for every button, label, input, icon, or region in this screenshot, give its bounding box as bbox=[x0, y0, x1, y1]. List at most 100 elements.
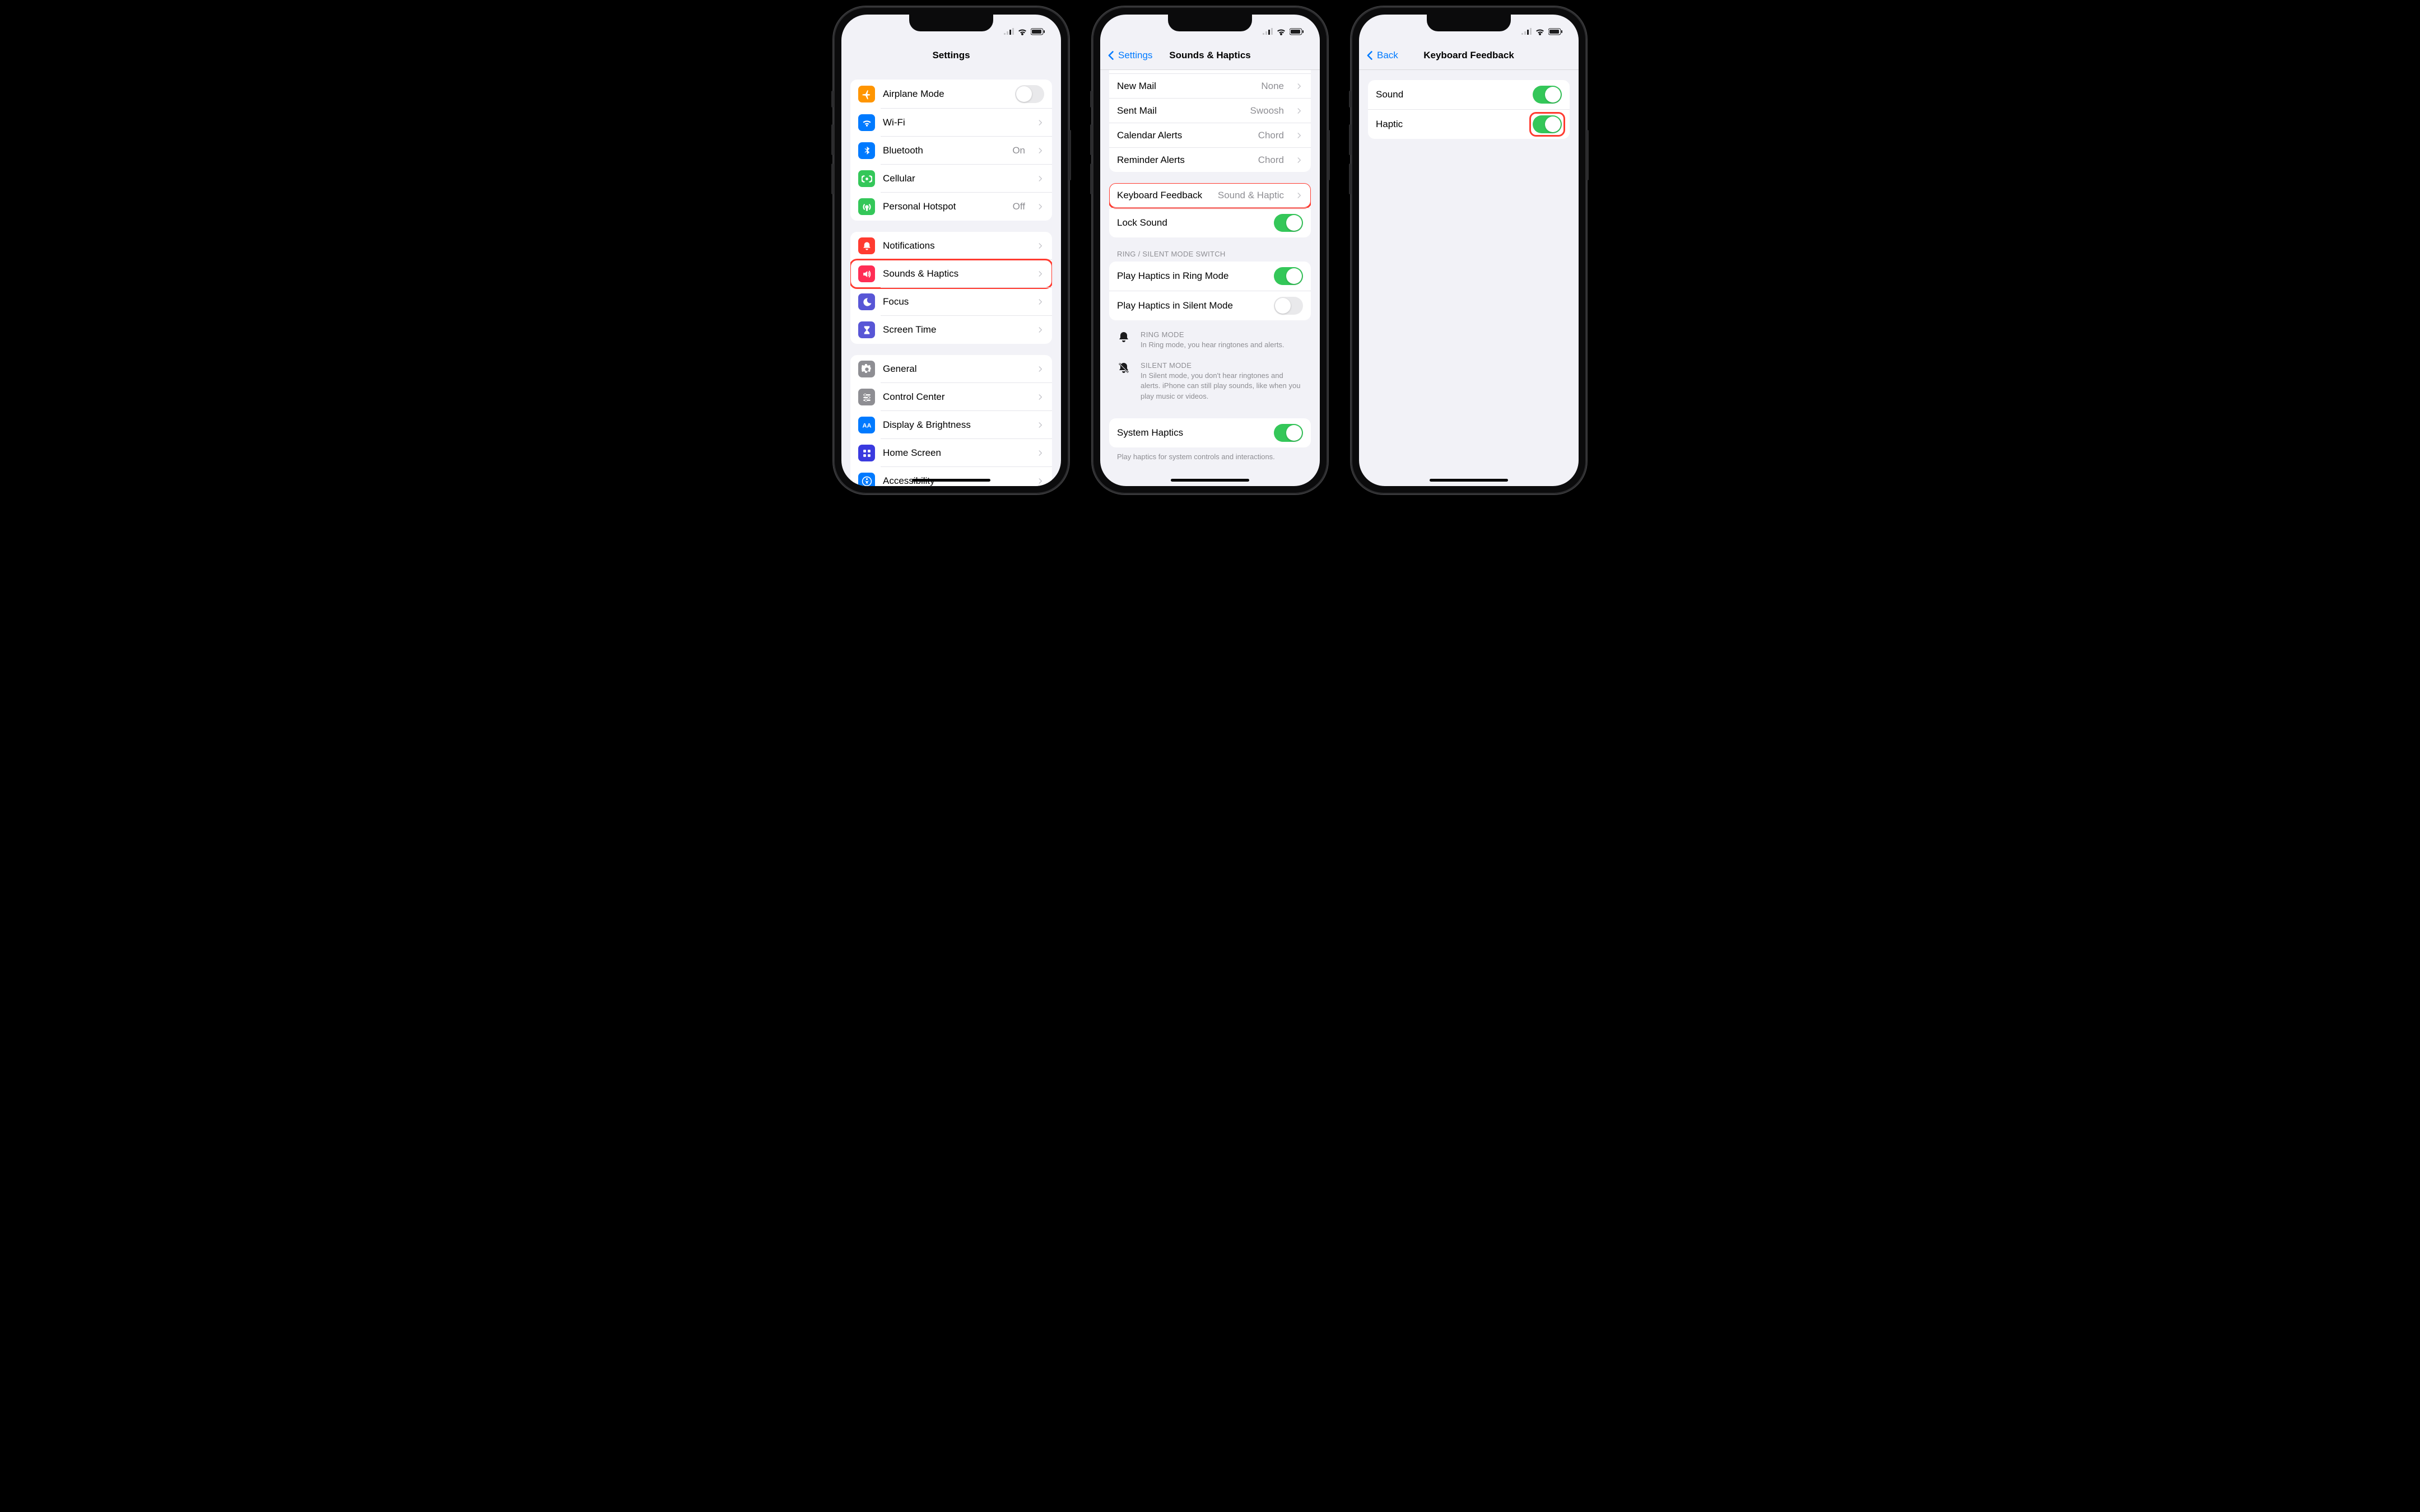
battery-icon: height="24"> bbox=[1290, 28, 1304, 35]
row-sound[interactable]: Sound bbox=[1368, 80, 1570, 109]
row-sent-mail[interactable]: Sent Mail Swoosh bbox=[1109, 98, 1311, 123]
row-control-center[interactable]: Control Center bbox=[850, 383, 1052, 411]
row-home-screen[interactable]: Home Screen bbox=[850, 439, 1052, 467]
airplane-icon bbox=[858, 86, 875, 102]
row-label: Sound bbox=[1376, 89, 1525, 100]
row-wi-fi[interactable]: Wi-Fi bbox=[850, 109, 1052, 137]
row-system-haptics[interactable]: System Haptics bbox=[1109, 418, 1311, 447]
row-label: Sent Mail bbox=[1117, 105, 1242, 116]
sliders-icon bbox=[858, 389, 875, 405]
row-notifications[interactable]: Notifications bbox=[850, 232, 1052, 260]
home-indicator bbox=[1171, 479, 1249, 482]
moon-icon bbox=[858, 293, 875, 310]
row-haptic[interactable]: Haptic bbox=[1368, 109, 1570, 139]
row-calendar-alerts[interactable]: Calendar AlertsChord bbox=[1109, 123, 1311, 147]
hourglass-icon bbox=[858, 321, 875, 338]
row-screen-time[interactable]: Screen Time bbox=[850, 316, 1052, 344]
toggle[interactable] bbox=[1274, 214, 1303, 232]
row-label: Focus bbox=[883, 296, 1025, 307]
row-general[interactable]: General bbox=[850, 355, 1052, 383]
chevron-right-icon bbox=[1036, 175, 1044, 183]
row-play-haptics-in-silent-mode[interactable]: Play Haptics in Silent Mode bbox=[1109, 291, 1311, 320]
info-row: RING MODEIn Ring mode, you hear ringtone… bbox=[1109, 325, 1311, 356]
chevron-right-icon bbox=[1295, 82, 1303, 90]
nav-bar: Settings bbox=[841, 41, 1061, 69]
chevron-left-icon bbox=[1365, 50, 1376, 61]
back-button[interactable]: Back bbox=[1365, 50, 1398, 61]
settings-group: Keyboard Feedback Sound & Haptic Lock Soun… bbox=[1109, 183, 1311, 237]
chevron-right-icon bbox=[1295, 156, 1303, 164]
signal-icon: height="24"> bbox=[1521, 28, 1532, 35]
toggle[interactable] bbox=[1274, 424, 1303, 442]
info-desc: In Silent mode, you don't hear ringtones… bbox=[1141, 371, 1303, 402]
bell-icon bbox=[858, 237, 875, 254]
chevron-right-icon bbox=[1036, 326, 1044, 334]
toggle[interactable] bbox=[1274, 297, 1303, 315]
info-title: RING MODE bbox=[1141, 330, 1303, 339]
row-detail: Off bbox=[1013, 201, 1025, 212]
row-cellular[interactable]: Cellular bbox=[850, 165, 1052, 193]
toggle[interactable] bbox=[1015, 85, 1044, 103]
nav-title: Keyboard Feedback bbox=[1423, 50, 1514, 61]
row-detail: Chord bbox=[1258, 155, 1284, 166]
notch bbox=[1427, 15, 1511, 31]
toggle[interactable] bbox=[1274, 267, 1303, 285]
row-airplane-mode[interactable]: Airplane Mode bbox=[850, 80, 1052, 109]
row-lock-sound[interactable]: Lock Sound bbox=[1109, 208, 1311, 237]
signal-icon: height="24"> bbox=[1263, 28, 1273, 35]
chevron-right-icon bbox=[1295, 107, 1303, 115]
row-detail: Swoosh bbox=[1250, 105, 1284, 116]
row-label: Bluetooth bbox=[883, 145, 1004, 156]
chevron-right-icon bbox=[1036, 119, 1044, 127]
chevron-right-icon bbox=[1036, 421, 1044, 429]
chevron-right-icon bbox=[1036, 365, 1044, 373]
content[interactable]: Airplane Mode Wi-Fi Bluetooth On CellularPer… bbox=[841, 69, 1061, 486]
phone-frame: height="24">height="24">height="24">Back… bbox=[1351, 7, 1586, 494]
row-reminder-alerts[interactable]: Reminder AlertsChord bbox=[1109, 147, 1311, 172]
battery-icon: height="24"> bbox=[1031, 28, 1045, 35]
settings-group: Airplane Mode Wi-Fi Bluetooth On CellularPer… bbox=[850, 80, 1052, 221]
row-focus[interactable]: Focus bbox=[850, 288, 1052, 316]
row-label: Wi-Fi bbox=[883, 117, 1017, 128]
chevron-right-icon bbox=[1036, 242, 1044, 250]
speaker-icon bbox=[858, 265, 875, 282]
row-accessibility[interactable]: Accessibility bbox=[850, 467, 1052, 486]
row-personal-hotspot[interactable]: Personal HotspotOff bbox=[850, 193, 1052, 221]
chevron-right-icon bbox=[1036, 393, 1044, 401]
home-indicator bbox=[912, 479, 990, 482]
chevron-left-icon bbox=[1106, 50, 1117, 61]
row-sounds-haptics[interactable]: Sounds & Haptics bbox=[850, 260, 1052, 288]
toggle[interactable] bbox=[1533, 115, 1562, 133]
row-play-haptics-in-ring-mode[interactable]: Play Haptics in Ring Mode bbox=[1109, 262, 1311, 291]
chevron-right-icon bbox=[1295, 192, 1303, 199]
chevron-right-icon bbox=[1036, 147, 1044, 155]
chevron-right-icon bbox=[1036, 298, 1044, 306]
signal-icon: height="24"> bbox=[1004, 28, 1014, 35]
row-label: Lock Sound bbox=[1117, 217, 1266, 228]
row-new-mail[interactable]: New MailNone bbox=[1109, 73, 1311, 98]
settings-group: GeneralControl CenterAADisplay & Brightn… bbox=[850, 355, 1052, 486]
chevron-right-icon bbox=[1036, 449, 1044, 457]
content[interactable]: New MailNone Sent Mail Swoosh Calendar Aler… bbox=[1100, 70, 1320, 486]
row-detail: Sound & Haptic bbox=[1218, 190, 1284, 201]
notch bbox=[909, 15, 993, 31]
wifi-status-icon: height="24"> bbox=[1276, 27, 1286, 35]
bluetooth-icon bbox=[858, 142, 875, 159]
toggle[interactable] bbox=[1533, 86, 1562, 104]
row-label: Keyboard Feedback bbox=[1117, 190, 1210, 201]
section-header: RING / SILENT MODE SWITCH bbox=[1109, 237, 1311, 262]
row-label: Screen Time bbox=[883, 324, 1025, 335]
row-label: Display & Brightness bbox=[883, 419, 1025, 431]
row-detail: On bbox=[1012, 145, 1025, 156]
row-keyboard-feedback[interactable]: Keyboard Feedback Sound & Haptic bbox=[1109, 183, 1311, 208]
info-row: SILENT MODEIn Silent mode, you don't hea… bbox=[1109, 356, 1311, 407]
chevron-right-icon bbox=[1036, 270, 1044, 278]
back-button[interactable]: Settings bbox=[1106, 50, 1152, 61]
hotspot-icon bbox=[858, 198, 875, 215]
battery-icon: height="24"> bbox=[1548, 28, 1563, 35]
content[interactable]: Sound Haptic bbox=[1359, 70, 1579, 486]
gear-icon bbox=[858, 361, 875, 377]
row-label: New Mail bbox=[1117, 81, 1253, 92]
row-display-brightness[interactable]: AADisplay & Brightness bbox=[850, 411, 1052, 439]
row-bluetooth[interactable]: Bluetooth On bbox=[850, 137, 1052, 165]
